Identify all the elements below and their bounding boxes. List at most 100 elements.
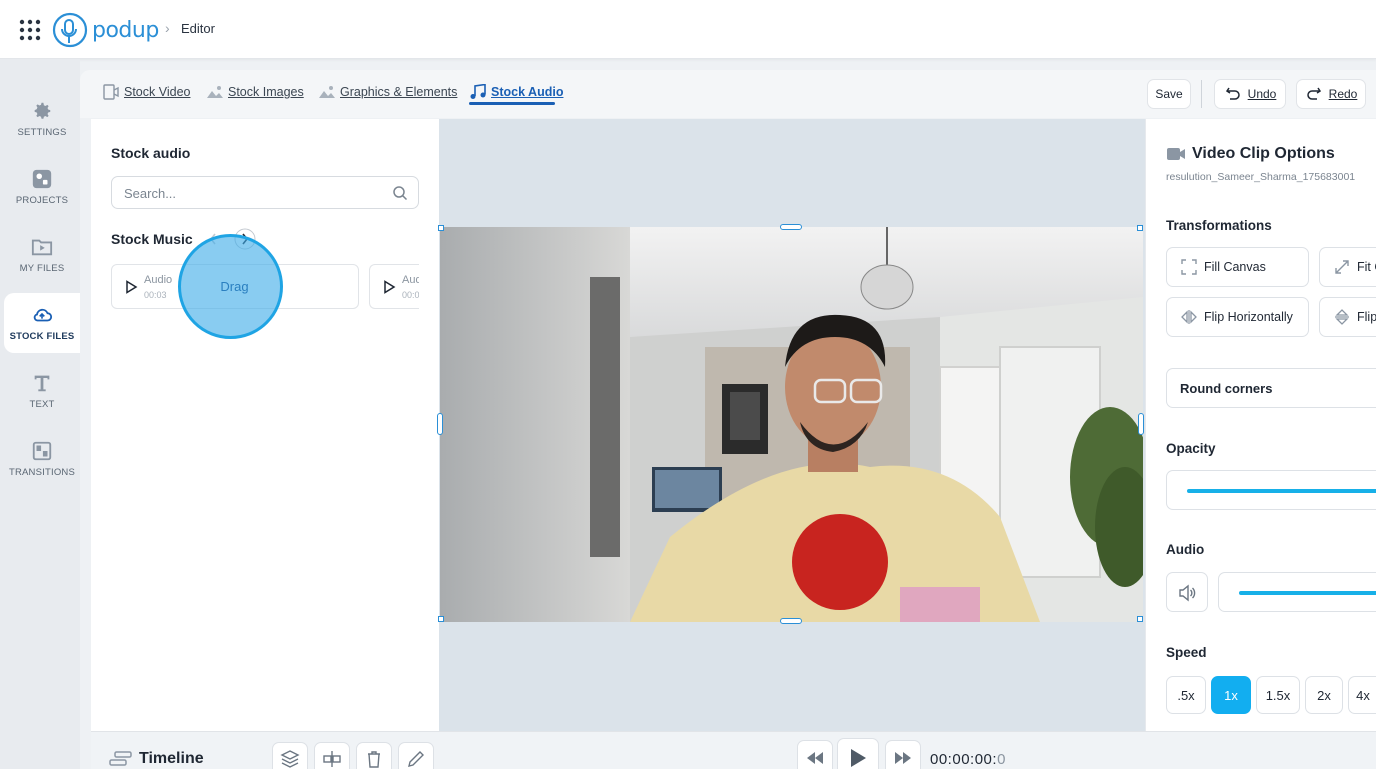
flip-horizontally-button[interactable]: Flip Horizontally bbox=[1166, 297, 1309, 337]
tab-stock-images[interactable]: Stock Images bbox=[206, 84, 304, 100]
podup-logo[interactable]: podup bbox=[52, 11, 159, 49]
fill-canvas-icon bbox=[1181, 259, 1197, 275]
apps-grid-icon[interactable] bbox=[19, 19, 41, 41]
flip-vertical-icon bbox=[1335, 309, 1349, 325]
fit-canvas-button[interactable]: Fit C bbox=[1319, 247, 1376, 287]
audio-duration: 00:03 bbox=[144, 290, 167, 300]
layers-button[interactable] bbox=[272, 742, 308, 769]
drag-cursor-indicator: Drag bbox=[178, 234, 283, 339]
speed-4x-button[interactable]: 4x bbox=[1348, 676, 1376, 714]
round-corners-toggle[interactable]: Round corners bbox=[1166, 368, 1376, 408]
search-input[interactable] bbox=[124, 184, 384, 202]
pencil-icon bbox=[408, 751, 424, 767]
timecode-main: 00:00:00: bbox=[930, 751, 998, 768]
cloud-icon bbox=[33, 308, 53, 322]
resize-handle-top-left[interactable] bbox=[438, 225, 444, 231]
resize-handle-bottom-left[interactable] bbox=[438, 616, 444, 622]
sidebar-item-stock-files[interactable]: STOCK FILES bbox=[4, 293, 80, 353]
button-label: Fill Canvas bbox=[1204, 260, 1266, 274]
sidebar-item-transitions[interactable]: TRANSITIONS bbox=[4, 429, 80, 489]
play-button[interactable] bbox=[837, 738, 879, 769]
panel-title: Stock audio bbox=[111, 145, 191, 161]
trash-icon bbox=[368, 751, 380, 768]
fast-forward-icon bbox=[895, 752, 911, 764]
sidebar-item-label: STOCK FILES bbox=[9, 331, 75, 342]
resize-handle-right[interactable] bbox=[1138, 413, 1144, 435]
clip-filename: resulution_Sameer_Sharma_175683001 bbox=[1166, 171, 1356, 183]
audio-card[interactable]: Aud 00:0 bbox=[369, 264, 419, 309]
mute-button[interactable] bbox=[1166, 572, 1208, 612]
play-icon[interactable] bbox=[124, 280, 138, 294]
search-box[interactable] bbox=[111, 176, 419, 209]
round-corners-label: Round corners bbox=[1180, 381, 1273, 396]
video-file-icon bbox=[103, 84, 119, 100]
search-icon[interactable] bbox=[392, 185, 408, 201]
chevron-right-icon: › bbox=[165, 20, 170, 36]
left-sidebar: SETTINGS PROJECTS MY FILES STOCK FILES T… bbox=[0, 59, 80, 769]
fill-canvas-button[interactable]: Fill Canvas bbox=[1166, 247, 1309, 287]
tab-label: Graphics & Elements bbox=[340, 85, 458, 99]
volume-slider-fill bbox=[1239, 591, 1376, 595]
split-button[interactable] bbox=[314, 742, 350, 769]
podup-logo-mark-icon bbox=[52, 12, 88, 48]
logo-text: podup bbox=[92, 17, 159, 43]
resize-handle-top-right[interactable] bbox=[1137, 225, 1143, 231]
resize-handle-bottom[interactable] bbox=[780, 618, 802, 624]
undo-button[interactable]: Undo bbox=[1214, 79, 1286, 109]
undo-icon bbox=[1225, 87, 1240, 100]
resize-handle-bottom-right[interactable] bbox=[1137, 616, 1143, 622]
fast-forward-button[interactable] bbox=[885, 740, 921, 769]
video-clip-preview[interactable] bbox=[440, 227, 1143, 622]
sidebar-item-settings[interactable]: SETTINGS bbox=[4, 89, 80, 149]
graphics-icon bbox=[319, 86, 335, 98]
sidebar-item-projects[interactable]: PROJECTS bbox=[4, 157, 80, 217]
gear-icon bbox=[34, 102, 51, 119]
image-icon bbox=[207, 86, 223, 98]
speed-0-5x-button[interactable]: .5x bbox=[1166, 676, 1206, 714]
speed-2x-button[interactable]: 2x bbox=[1305, 676, 1343, 714]
speed-1x-button[interactable]: 1x bbox=[1211, 676, 1251, 714]
video-clip-options-panel: Video Clip Options resulution_Sameer_Sha… bbox=[1145, 119, 1376, 731]
resize-handle-left[interactable] bbox=[437, 413, 443, 435]
volume-slider[interactable] bbox=[1218, 572, 1376, 612]
split-icon bbox=[323, 751, 341, 767]
edit-clip-button[interactable] bbox=[398, 742, 434, 769]
breadcrumb-editor[interactable]: Editor bbox=[181, 21, 215, 36]
timeline-label: Timeline bbox=[139, 750, 204, 767]
audio-duration: 00:0 bbox=[402, 290, 419, 300]
sidebar-item-label: MY FILES bbox=[19, 263, 65, 274]
sidebar-item-label: SETTINGS bbox=[17, 127, 67, 138]
sidebar-item-text[interactable]: TEXT bbox=[4, 361, 80, 421]
redo-label: Redo bbox=[1328, 87, 1358, 101]
toolbar-divider bbox=[1201, 80, 1202, 108]
timeline-bar: Timeline 00:00:00:0 bbox=[91, 731, 1376, 769]
resize-handle-top[interactable] bbox=[780, 224, 802, 230]
opacity-slider[interactable] bbox=[1166, 470, 1376, 510]
tab-label: Stock Images bbox=[228, 85, 304, 99]
timecode-display: 00:00:00:0 bbox=[930, 751, 1006, 768]
music-note-icon bbox=[470, 84, 486, 99]
button-label: Flip bbox=[1357, 310, 1376, 324]
save-button[interactable]: Save bbox=[1147, 79, 1191, 109]
play-icon[interactable] bbox=[382, 280, 396, 294]
expand-icon bbox=[1335, 260, 1349, 274]
stock-audio-panel: Stock audio Stock Music Audio 00:03 Aud … bbox=[91, 119, 439, 731]
tab-stock-audio[interactable]: Stock Audio bbox=[469, 84, 563, 100]
stock-music-heading: Stock Music bbox=[111, 231, 193, 247]
audio-name: Aud bbox=[402, 274, 419, 286]
delete-clip-button[interactable] bbox=[356, 742, 392, 769]
sidebar-item-label: TEXT bbox=[29, 399, 55, 410]
tab-graphics-elements[interactable]: Graphics & Elements bbox=[318, 84, 457, 100]
rewind-button[interactable] bbox=[797, 740, 833, 769]
speed-1-5x-button[interactable]: 1.5x bbox=[1256, 676, 1300, 714]
audio-name: Audio bbox=[144, 274, 173, 286]
projects-icon bbox=[32, 169, 52, 189]
flip-vertically-button[interactable]: Flip bbox=[1319, 297, 1376, 337]
opacity-slider-fill bbox=[1187, 489, 1376, 493]
speed-heading: Speed bbox=[1166, 645, 1207, 660]
redo-button[interactable]: Redo bbox=[1296, 79, 1366, 109]
tab-stock-video[interactable]: Stock Video bbox=[102, 84, 190, 100]
sidebar-item-my-files[interactable]: MY FILES bbox=[4, 225, 80, 285]
timecode-frame: 0 bbox=[997, 751, 1006, 768]
speaker-icon bbox=[1179, 584, 1196, 602]
